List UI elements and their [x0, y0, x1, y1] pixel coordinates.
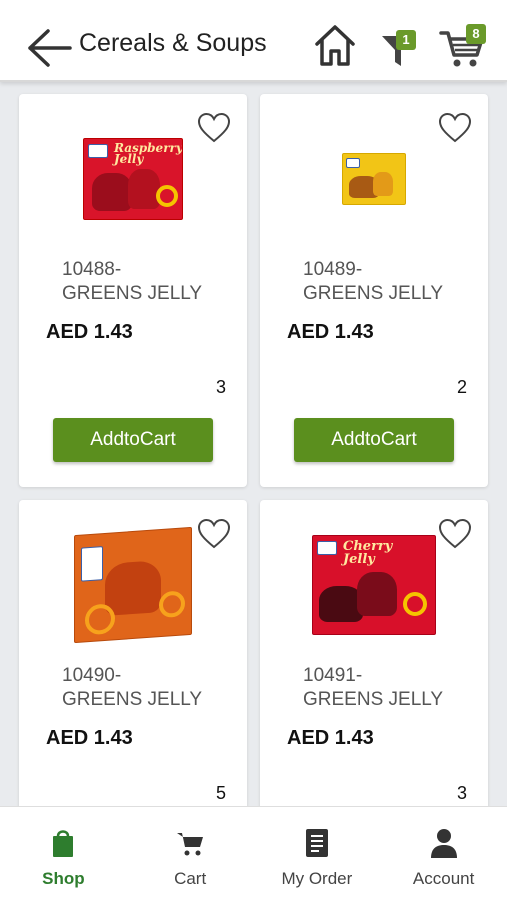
brand-logo	[346, 158, 360, 168]
product-box-yellow	[342, 153, 406, 205]
bottom-nav: Shop Cart My Order Account	[0, 806, 507, 900]
product-price: AED 1.43	[46, 321, 133, 343]
product-box-label: Cherry Jelly	[343, 539, 393, 567]
product-box-raspberry: Raspberry Jelly	[83, 138, 183, 220]
product-code: 10489-	[303, 259, 363, 280]
add-to-cart-button[interactable]: AddtoCart	[53, 418, 213, 462]
document-icon	[305, 829, 328, 857]
product-quantity: 3	[456, 783, 467, 803]
product-card[interactable]: 10490- GREENS JELLY AED 1.43 5	[19, 500, 247, 806]
fruit-slice	[159, 590, 185, 619]
product-image[interactable]	[260, 124, 488, 234]
product-image[interactable]: Cherry Jelly	[260, 530, 488, 640]
fruit-slice	[156, 185, 178, 207]
nav-label: Shop	[42, 869, 85, 888]
product-code: 10488-	[62, 259, 122, 280]
product-price: AED 1.43	[287, 727, 374, 749]
product-card[interactable]: Raspberry Jelly 10488- GREENS JELLY AED …	[19, 94, 247, 487]
product-name: GREENS JELLY	[303, 283, 444, 304]
nav-item-account[interactable]: Account	[380, 807, 507, 900]
nav-item-cart[interactable]: Cart	[127, 807, 254, 900]
brand-logo	[81, 546, 103, 582]
nav-label: My Order	[281, 869, 353, 888]
shopping-bag-icon	[53, 830, 74, 857]
person-icon	[430, 829, 457, 858]
product-name: GREENS JELLY	[62, 283, 203, 304]
page-title: Cereals & Soups	[79, 29, 267, 57]
product-grid: Raspberry Jelly 10488- GREENS JELLY AED …	[0, 84, 507, 806]
brand-logo	[88, 144, 108, 158]
product-code: 10491-	[303, 665, 363, 686]
product-name: GREENS JELLY	[303, 689, 444, 710]
product-price: AED 1.43	[287, 321, 374, 343]
filter-count-badge: 1	[396, 30, 416, 50]
product-code: 10490-	[62, 665, 122, 686]
jelly-shape	[373, 172, 393, 196]
nav-item-my-order[interactable]: My Order	[254, 807, 381, 900]
product-card[interactable]: 10489- GREENS JELLY AED 1.43 2 AddtoCart	[260, 94, 488, 487]
cart-icon	[177, 833, 204, 856]
product-price: AED 1.43	[46, 727, 133, 749]
product-box-cherry: Cherry Jelly	[312, 535, 436, 635]
jelly-shape	[128, 169, 160, 209]
jelly-shape	[105, 560, 161, 616]
back-arrow-icon[interactable]	[26, 27, 72, 69]
product-image[interactable]: Raspberry Jelly	[19, 124, 247, 234]
fruit-slice	[85, 603, 115, 636]
home-icon[interactable]	[313, 22, 357, 68]
add-to-cart-button[interactable]: AddtoCart	[294, 418, 454, 462]
cart-count-badge: 8	[466, 24, 486, 44]
product-quantity: 5	[215, 783, 226, 803]
brand-logo	[317, 541, 337, 555]
nav-label: Account	[412, 869, 475, 888]
jelly-shape	[92, 173, 132, 211]
jelly-shape	[357, 572, 397, 616]
product-name: GREENS JELLY	[62, 689, 203, 710]
app-header: Cereals & Soups 1 8	[0, 0, 507, 82]
product-box-label: Raspberry Jelly	[114, 141, 183, 166]
product-box-orange	[74, 526, 192, 644]
product-quantity: 3	[215, 377, 226, 397]
nav-item-shop[interactable]: Shop	[0, 807, 127, 900]
nav-label: Cart	[174, 869, 207, 888]
product-image[interactable]	[19, 526, 247, 644]
product-card[interactable]: Cherry Jelly 10491- GREENS JELLY AED 1.4…	[260, 500, 488, 806]
fruit-slice	[403, 592, 427, 616]
product-quantity: 2	[456, 377, 467, 397]
